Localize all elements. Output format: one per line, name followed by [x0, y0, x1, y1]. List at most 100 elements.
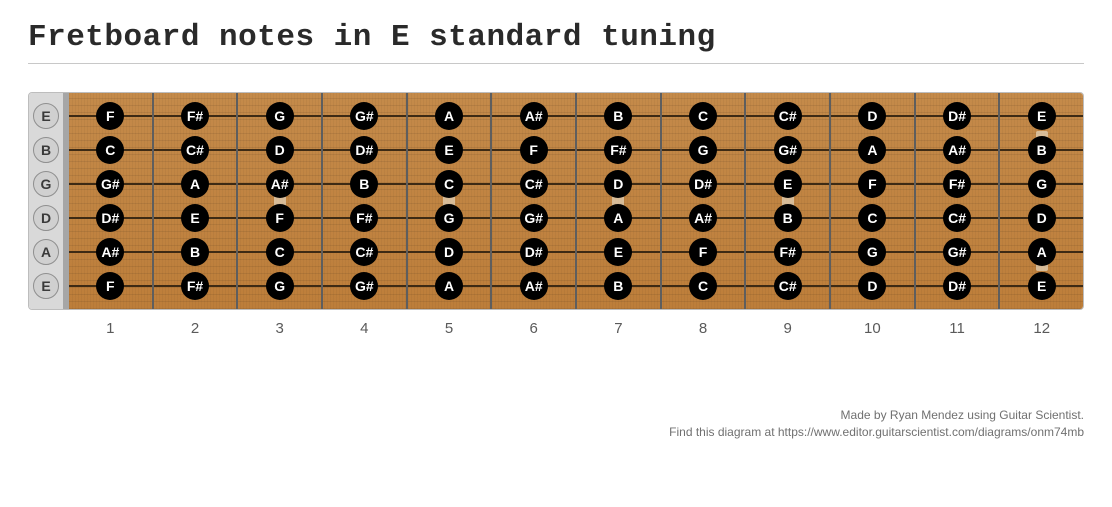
- fret-note: F#: [604, 136, 632, 164]
- fret-note: G#: [96, 170, 124, 198]
- title-divider: [28, 63, 1084, 64]
- fret-note: F#: [350, 204, 378, 232]
- fret-number: 9: [745, 320, 830, 337]
- fret-note: D: [858, 272, 886, 300]
- fret-column: DAFCGD: [831, 93, 916, 309]
- fret-number: 2: [153, 320, 238, 337]
- fret-note: A#: [520, 102, 548, 130]
- fret-cell: E: [746, 167, 829, 201]
- fret-number: 11: [915, 320, 1000, 337]
- fret-cell: G#: [492, 201, 575, 235]
- fret-note: B: [350, 170, 378, 198]
- fret-cell: C#: [323, 235, 406, 269]
- fret-cell: A#: [238, 167, 321, 201]
- fret-cell: G#: [916, 235, 999, 269]
- fretboard: FCG#D#A#FF#C#AEBF#GDA#FCGG#D#BF#C#G#AECG…: [69, 93, 1083, 309]
- fret-note: F#: [774, 238, 802, 266]
- fret-cell: D: [408, 235, 491, 269]
- fret-cell: G#: [746, 133, 829, 167]
- fret-number: 3: [237, 320, 322, 337]
- fret-cell: D: [577, 167, 660, 201]
- fret-cell: G: [238, 99, 321, 133]
- fret-note: D#: [520, 238, 548, 266]
- fret-note: G#: [774, 136, 802, 164]
- credits-line-1: Made by Ryan Mendez using Guitar Scienti…: [28, 407, 1084, 424]
- fret-note: D#: [96, 204, 124, 232]
- fret-cell: A#: [916, 133, 999, 167]
- fret-cell: E: [577, 235, 660, 269]
- fret-note: F: [96, 102, 124, 130]
- page-title: Fretboard notes in E standard tuning: [28, 20, 1084, 55]
- fret-cell: A: [408, 269, 491, 303]
- fret-note: A#: [96, 238, 124, 266]
- fret-cell: C#: [154, 133, 237, 167]
- fret-cell: G#: [323, 269, 406, 303]
- fret-note: C: [435, 170, 463, 198]
- fret-note: B: [181, 238, 209, 266]
- fret-cell: F#: [746, 235, 829, 269]
- fret-cell: C: [662, 269, 745, 303]
- fret-note: D#: [943, 102, 971, 130]
- fret-cell: F: [69, 99, 152, 133]
- fret-cell: B: [577, 99, 660, 133]
- open-string-cell: B: [33, 133, 59, 167]
- fret-number: 1: [68, 320, 153, 337]
- fret-cell: D#: [323, 133, 406, 167]
- fret-cell: E: [154, 201, 237, 235]
- fret-cell: A: [1000, 235, 1083, 269]
- fret-note: C: [266, 238, 294, 266]
- fret-note: A#: [689, 204, 717, 232]
- open-string-cell: E: [33, 269, 59, 303]
- fret-note: F: [266, 204, 294, 232]
- fret-cell: B: [746, 201, 829, 235]
- credits: Made by Ryan Mendez using Guitar Scienti…: [28, 407, 1084, 441]
- fret-note: F: [689, 238, 717, 266]
- fret-note: B: [774, 204, 802, 232]
- fret-cell: B: [577, 269, 660, 303]
- fret-cell: F: [238, 201, 321, 235]
- fret-column: A#FC#G#D#A#: [492, 93, 577, 309]
- fret-cell: A#: [662, 201, 745, 235]
- fret-note: A: [435, 102, 463, 130]
- fret-note: G#: [350, 102, 378, 130]
- fret-cell: E: [1000, 269, 1083, 303]
- fret-cell: F#: [154, 269, 237, 303]
- fret-note: D: [604, 170, 632, 198]
- fret-note: E: [181, 204, 209, 232]
- fret-note: C: [689, 272, 717, 300]
- fret-note: G: [858, 238, 886, 266]
- fret-note: A: [604, 204, 632, 232]
- open-string-note: A: [33, 239, 59, 265]
- fret-cell: C: [408, 167, 491, 201]
- fret-note: D#: [943, 272, 971, 300]
- fret-cell: A: [831, 133, 914, 167]
- fret-note: A#: [266, 170, 294, 198]
- fret-note: G: [266, 272, 294, 300]
- fret-cell: F#: [154, 99, 237, 133]
- fret-column: GDA#FCG: [238, 93, 323, 309]
- fret-column: F#C#AEBF#: [154, 93, 239, 309]
- fret-cell: F#: [916, 167, 999, 201]
- fret-note: C#: [350, 238, 378, 266]
- open-string-note: G: [33, 171, 59, 197]
- fret-cell: E: [408, 133, 491, 167]
- open-string-cell: D: [33, 201, 59, 235]
- fret-cell: A: [577, 201, 660, 235]
- open-string-note: E: [33, 103, 59, 129]
- fret-note: C#: [774, 272, 802, 300]
- fret-note: E: [774, 170, 802, 198]
- open-string-cell: A: [33, 235, 59, 269]
- fret-note: D#: [350, 136, 378, 164]
- fret-note: G#: [943, 238, 971, 266]
- fret-note: C#: [943, 204, 971, 232]
- fret-note: A: [1028, 238, 1056, 266]
- fret-note: E: [1028, 272, 1056, 300]
- fret-cell: F: [492, 133, 575, 167]
- fret-note: C#: [181, 136, 209, 164]
- fret-cell: B: [323, 167, 406, 201]
- fret-note: G#: [520, 204, 548, 232]
- fret-note: F#: [181, 272, 209, 300]
- fret-cell: C: [238, 235, 321, 269]
- fret-note: C: [96, 136, 124, 164]
- fret-note: F: [520, 136, 548, 164]
